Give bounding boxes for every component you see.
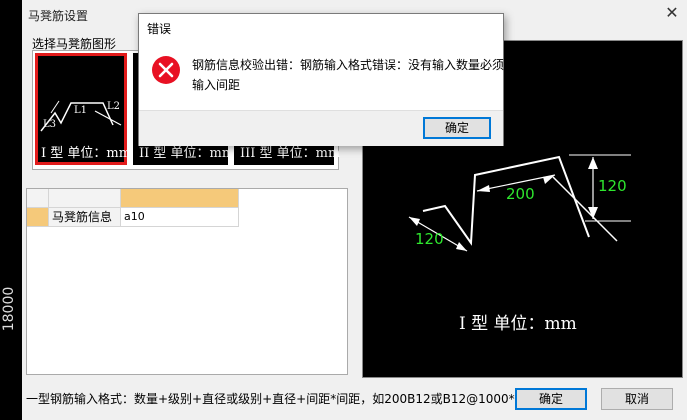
grid-corner-cell [27, 189, 49, 208]
shape-1-label-l3: L3 [43, 119, 56, 130]
dim-label-120-slanted: 120 [415, 230, 444, 248]
error-message-line1: 钢筋信息校验出错：钢筋输入格式错误：没有输入数量必须 [192, 58, 505, 72]
error-message-line2: 输入间距 [192, 78, 241, 92]
preview-caption: I 型 单位：mm [459, 314, 577, 334]
shape-1-label-l2: L2 [107, 101, 120, 112]
grid-row-value-input[interactable]: a10 [121, 208, 239, 227]
error-message-box: 错误 钢筋信息校验出错：钢筋输入格式错误：没有输入数量必须 输入间距 确定 [138, 13, 504, 146]
dialog-title: 马凳筋设置 [28, 9, 89, 23]
shape-1-label-l1: L1 [74, 105, 87, 116]
error-title: 错误 [147, 22, 172, 36]
error-ok-button[interactable]: 确定 [423, 117, 491, 139]
grid-row-indicator[interactable] [27, 208, 49, 227]
grid-row-name: 马凳筋信息 [49, 208, 121, 227]
cad-axis-label: 18000 [1, 286, 17, 332]
format-hint-text: 一型钢筋输入格式：数量+级别+直径或级别+直径+间距*间距，如200B12或B1… [26, 392, 546, 406]
shape-thumb-type-1[interactable]: L1 L2 L3 I 型 单位：mm [35, 53, 131, 165]
dim-label-200: 200 [506, 185, 535, 203]
shape-1-caption: I 型 单位：mm [41, 146, 132, 161]
grid-header-name [49, 189, 121, 208]
cad-canvas-strip: 18000 [0, 0, 22, 420]
grid-header-value [121, 189, 239, 208]
error-icon [152, 56, 180, 84]
dim-label-120-vertical: 120 [598, 177, 627, 195]
cancel-button[interactable]: 取消 [601, 388, 673, 410]
close-icon[interactable]: ✕ [662, 3, 682, 23]
rebar-info-grid: 马凳筋信息 a10 [26, 188, 348, 375]
ok-button[interactable]: 确定 [515, 388, 587, 410]
